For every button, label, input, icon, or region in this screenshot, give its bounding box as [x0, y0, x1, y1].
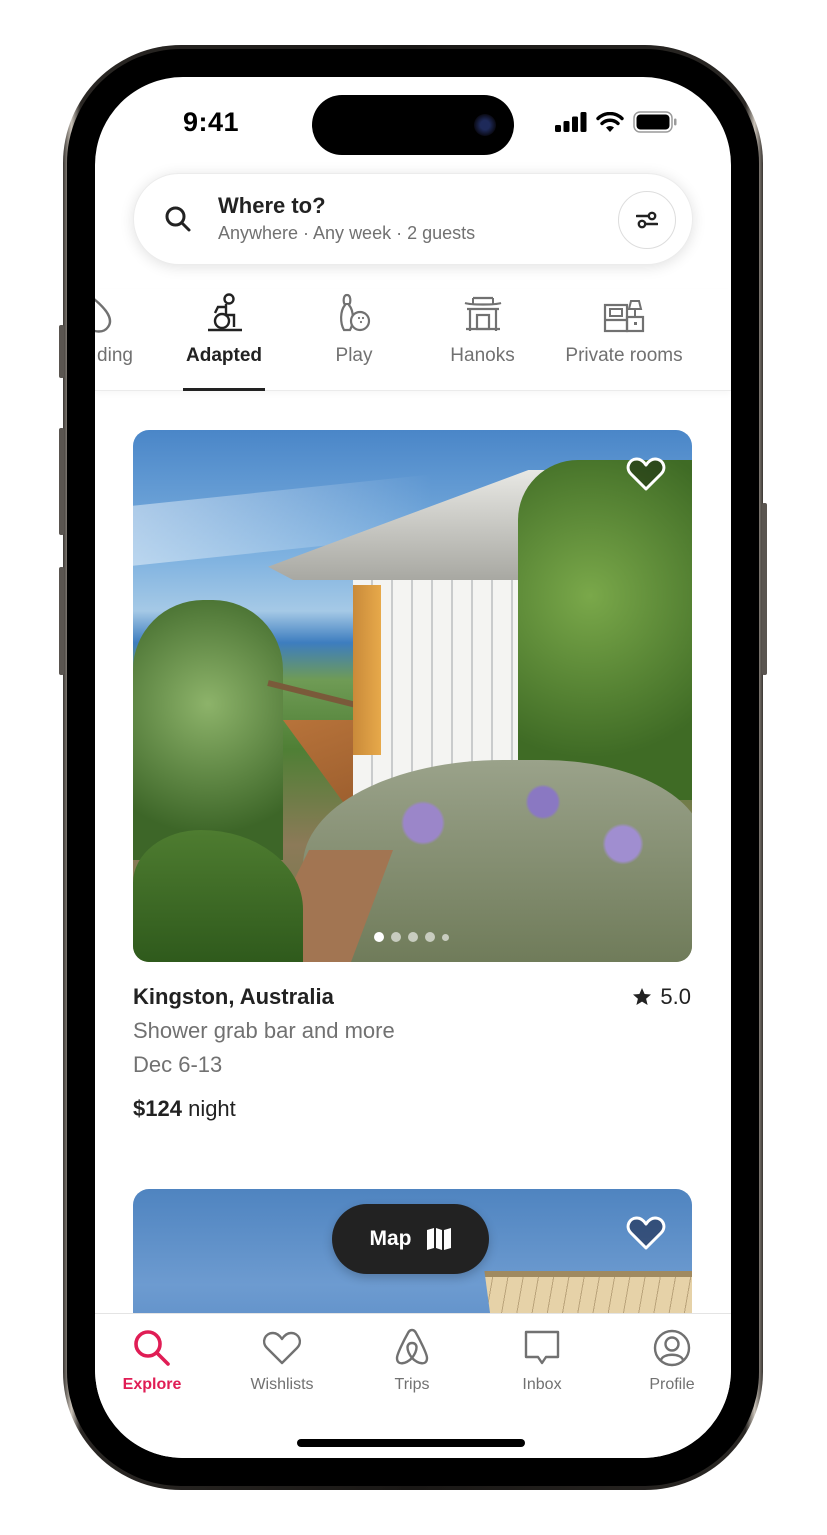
listing-dates: Dec 6-13: [133, 1052, 223, 1077]
category-bar: ding Adapted Play Hanoks Private rooms: [95, 289, 731, 391]
pagination-dot: [391, 932, 401, 942]
volume-down-button: [59, 567, 64, 675]
search-subtitle: Anywhere · Any week · 2 guests: [218, 223, 476, 243]
listing-rating: 5.0: [632, 984, 691, 1010]
tab-label: Explore: [122, 1376, 182, 1393]
wishlist-heart-icon[interactable]: [626, 1215, 666, 1251]
tab-label: Inbox: [522, 1376, 562, 1393]
status-icons: [555, 111, 677, 133]
rating-value: 5.0: [660, 984, 691, 1009]
category-label: Adapted: [186, 345, 262, 366]
pagination-dot: [425, 932, 435, 942]
tab-label: Profile: [649, 1376, 695, 1393]
category-tab-partial[interactable]: ding: [95, 289, 145, 391]
pagination-dot: [442, 933, 449, 941]
heart-icon: [262, 1331, 302, 1365]
mute-switch: [59, 325, 64, 378]
photo-pagination-dots: [374, 932, 449, 942]
home-indicator[interactable]: [297, 1439, 525, 1447]
battery-icon: [633, 111, 677, 133]
category-tab-adapted[interactable]: Adapted: [175, 289, 273, 391]
power-button: [762, 503, 767, 675]
screen: 9:41 Where to? Anywhere · Any week · 2 g…: [95, 77, 731, 1458]
cellular-signal-icon: [555, 112, 587, 132]
search-icon: [165, 206, 191, 232]
pagination-dot-active: [374, 932, 384, 942]
category-label: Play: [335, 345, 373, 366]
pagination-dot: [408, 932, 418, 942]
hanok-icon: [464, 296, 501, 331]
category-label: ding: [97, 345, 133, 366]
tab-wishlists[interactable]: Wishlists: [227, 1328, 337, 1394]
message-icon: [524, 1330, 560, 1365]
search-bar[interactable]: Where to? Anywhere · Any week · 2 guests: [133, 173, 693, 265]
map-icon: [426, 1228, 451, 1250]
tab-inbox[interactable]: Inbox: [487, 1328, 597, 1394]
listing-price: $124 night: [133, 1096, 236, 1122]
wishlist-heart-icon[interactable]: [626, 456, 666, 492]
filters-button[interactable]: [618, 191, 676, 249]
bottom-tab-bar: Explore Wishlists Trips Inbox Profile: [95, 1313, 731, 1458]
volume-up-button: [59, 428, 64, 535]
price-unit: night: [188, 1096, 236, 1121]
wheelchair-icon: [208, 293, 242, 332]
wifi-icon: [596, 112, 624, 132]
category-tab-hanoks[interactable]: Hanoks: [440, 289, 525, 391]
drop-icon: [95, 298, 112, 333]
star-icon: [633, 988, 652, 1005]
listing-photo-carousel[interactable]: [133, 430, 692, 962]
category-tab-private-rooms[interactable]: Private rooms: [557, 289, 691, 391]
category-label: Hanoks: [450, 345, 515, 366]
bowling-icon: [340, 293, 371, 332]
front-camera: [474, 114, 496, 136]
airbnb-logo-icon: [395, 1328, 429, 1365]
listing-location[interactable]: Kingston, Australia: [133, 984, 334, 1010]
listing-description: Shower grab bar and more: [133, 1018, 395, 1043]
active-tab-underline: [183, 388, 265, 391]
search-icon: [134, 1330, 170, 1366]
tab-trips[interactable]: Trips: [357, 1328, 467, 1394]
price-amount: $124: [133, 1096, 182, 1121]
map-button[interactable]: Map: [332, 1204, 489, 1274]
tab-label: Trips: [394, 1376, 430, 1393]
category-tab-play[interactable]: Play: [315, 289, 393, 391]
tab-label: Wishlists: [250, 1376, 314, 1393]
user-circle-icon: [653, 1329, 691, 1367]
tab-profile[interactable]: Profile: [617, 1328, 727, 1394]
dynamic-island: [312, 95, 514, 155]
map-button-label: Map: [369, 1227, 412, 1250]
category-label: Private rooms: [565, 345, 683, 366]
bed-lamp-icon: [603, 300, 645, 333]
status-time: 9:41: [183, 107, 240, 137]
tab-explore[interactable]: Explore: [97, 1328, 207, 1394]
search-title: Where to?: [218, 193, 326, 218]
sliders-icon: [636, 211, 658, 229]
